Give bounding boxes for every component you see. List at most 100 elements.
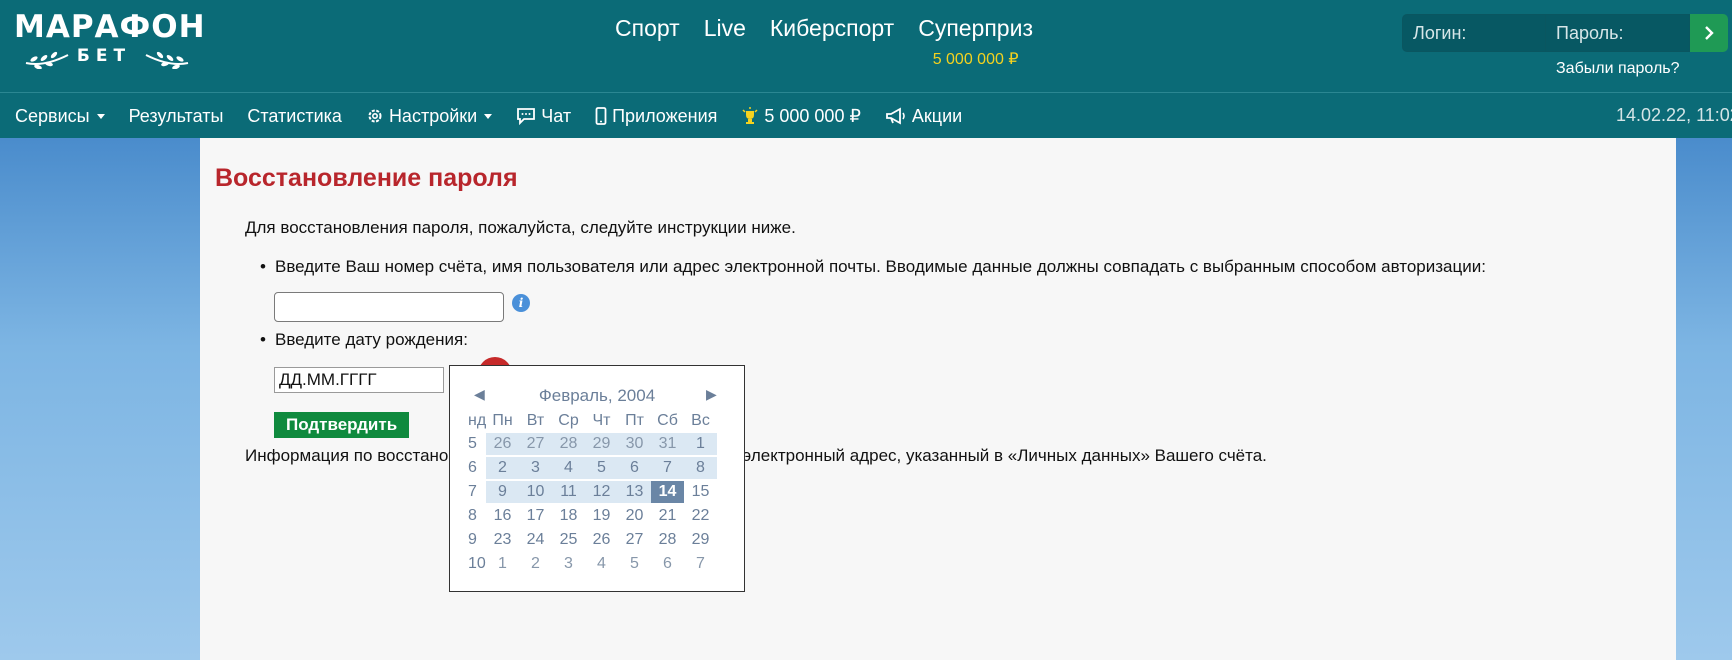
marathon-bet-logo[interactable]: МАРАФОН БЕТ [14, 10, 205, 70]
calendar-day[interactable]: 4 [552, 457, 585, 479]
calendar-day[interactable]: 7 [684, 553, 717, 575]
laurel-right-icon [145, 51, 189, 69]
calendar-day[interactable]: 18 [552, 505, 585, 527]
calendar-month-title: Февраль, 2004 [538, 386, 656, 405]
week-number[interactable]: 9 [468, 531, 486, 549]
calendar-day[interactable]: 16 [486, 505, 519, 527]
weekday-label: Пн [492, 412, 513, 429]
subnav-superprize-label: 5 000 000 ₽ [764, 105, 861, 126]
calendar-day[interactable]: 17 [519, 505, 552, 527]
calendar-day[interactable]: 5 [618, 553, 651, 575]
week-number[interactable]: 6 [468, 459, 486, 477]
calendar-day[interactable]: 20 [618, 505, 651, 527]
secondary-navigation: Сервисы Результаты Статистика Настройки … [0, 92, 1732, 139]
calendar-header: Февраль, 2004 ◀ ▶ [450, 386, 744, 406]
week-number[interactable]: 10 [468, 555, 486, 573]
subnav-superprize[interactable]: 5 000 000 ₽ [741, 106, 861, 127]
nav-superprize-label: Суперприз [918, 15, 1033, 41]
gear-icon [368, 109, 382, 123]
nav-superprize[interactable]: Суперприз 5 000 000 ₽ [918, 14, 1033, 68]
login-input[interactable] [1402, 14, 1546, 52]
week-number[interactable]: 8 [468, 507, 486, 525]
calendar-week-row: 7 9 10 11 12 13 14 15 [468, 480, 717, 504]
calendar-day[interactable]: 7 [651, 457, 684, 479]
calendar-day[interactable]: 9 [486, 481, 519, 503]
calendar-day[interactable]: 28 [651, 529, 684, 551]
calendar-day[interactable]: 22 [684, 505, 717, 527]
calendar-week-row: 10 1 2 3 4 5 6 7 [468, 552, 717, 576]
calendar-day[interactable]: 11 [552, 481, 585, 503]
previous-month-icon[interactable]: ◀ [474, 386, 485, 403]
subnav-statistics-label: Статистика [247, 105, 342, 126]
calendar-day[interactable]: 14 [651, 481, 684, 503]
subnav-settings-label: Настройки [388, 105, 478, 126]
calendar-day[interactable]: 2 [486, 457, 519, 479]
calendar-day[interactable]: 12 [585, 481, 618, 503]
nav-esports[interactable]: Киберспорт [770, 14, 894, 42]
calendar-day[interactable]: 6 [618, 457, 651, 479]
calendar-day[interactable]: 21 [651, 505, 684, 527]
calendar-day[interactable]: 3 [519, 457, 552, 479]
login-submit-button[interactable] [1690, 14, 1728, 52]
week-number[interactable]: 5 [468, 435, 486, 453]
calendar-day[interactable]: 3 [552, 553, 585, 575]
calendar-day[interactable]: 31 [651, 433, 684, 455]
birthdate-input[interactable] [274, 367, 444, 393]
calendar-day[interactable]: 23 [486, 529, 519, 551]
calendar-day[interactable]: 4 [585, 553, 618, 575]
weekday-label: Ср [558, 412, 579, 429]
calendar-day[interactable]: 15 [684, 481, 717, 503]
recovery-info-text: Информация по восстановлению пароля буде… [245, 446, 1267, 465]
calendar-day[interactable]: 24 [519, 529, 552, 551]
subnav-chat[interactable]: Чат [516, 106, 571, 127]
chat-icon [517, 108, 536, 125]
forgot-password-link[interactable]: Забыли пароль? [1556, 60, 1680, 78]
calendar-day[interactable]: 1 [486, 553, 519, 575]
main-navigation: Спорт Live Киберспорт Суперприз 5 000 00… [615, 14, 1033, 68]
calendar-day[interactable]: 2 [519, 553, 552, 575]
calendar-day[interactable]: 26 [585, 529, 618, 551]
week-number-header: нд [468, 412, 487, 429]
subnav-promotions[interactable]: Акции [885, 106, 962, 127]
calendar-day[interactable]: 8 [684, 457, 717, 479]
calendar-day[interactable]: 30 [618, 433, 651, 455]
chevron-right-icon [1705, 26, 1714, 40]
login-form [1402, 14, 1728, 52]
subnav-results[interactable]: Результаты [129, 106, 224, 127]
calendar-day[interactable]: 10 [519, 481, 552, 503]
next-month-icon[interactable]: ▶ [706, 386, 717, 403]
subnav-settings[interactable]: Настройки [366, 105, 493, 127]
weekday-label: Вс [691, 412, 710, 429]
calendar-weekday-header: нд Пн Вт Ср Чт Пт Сб Вс [468, 410, 717, 432]
calendar-day[interactable]: 29 [585, 433, 618, 455]
nav-live[interactable]: Live [704, 14, 746, 42]
calendar-week-row: 5 26 27 28 29 30 31 1 [468, 432, 717, 456]
subnav-apps[interactable]: Приложения [595, 106, 717, 127]
subnav-services[interactable]: Сервисы [15, 106, 105, 127]
calendar-day[interactable]: 13 [618, 481, 651, 503]
calendar-day[interactable]: 26 [486, 433, 519, 455]
intro-text: Для восстановления пароля, пожалуйста, с… [245, 218, 796, 237]
password-input[interactable] [1546, 14, 1690, 52]
chevron-down-icon [484, 113, 493, 119]
calendar-day[interactable]: 28 [552, 433, 585, 455]
calendar-day[interactable]: 27 [519, 433, 552, 455]
account-identifier-input[interactable] [274, 292, 504, 322]
info-icon[interactable]: i [512, 294, 530, 312]
current-datetime: 14.02.22, 11:02 [1616, 105, 1732, 125]
confirm-button[interactable]: Подтвердить [274, 412, 410, 438]
week-number[interactable]: 7 [468, 483, 486, 501]
calendar-day[interactable]: 29 [684, 529, 717, 551]
nav-sport[interactable]: Спорт [615, 14, 680, 42]
calendar-day[interactable]: 5 [585, 457, 618, 479]
calendar-day[interactable]: 6 [651, 553, 684, 575]
calendar-day-grid: 5 26 27 28 29 30 31 1 6 2 3 4 5 6 7 8 7 9 10 11 12 13 14 15 8 16 1… [468, 432, 717, 576]
step-birthdate-instruction: Введите дату рождения: [260, 330, 468, 350]
calendar-day[interactable]: 19 [585, 505, 618, 527]
phone-icon [595, 107, 607, 125]
background-left-panel [0, 138, 200, 660]
subnav-statistics[interactable]: Статистика [247, 106, 342, 127]
calendar-day[interactable]: 1 [684, 433, 717, 455]
calendar-day[interactable]: 27 [618, 529, 651, 551]
calendar-day[interactable]: 25 [552, 529, 585, 551]
